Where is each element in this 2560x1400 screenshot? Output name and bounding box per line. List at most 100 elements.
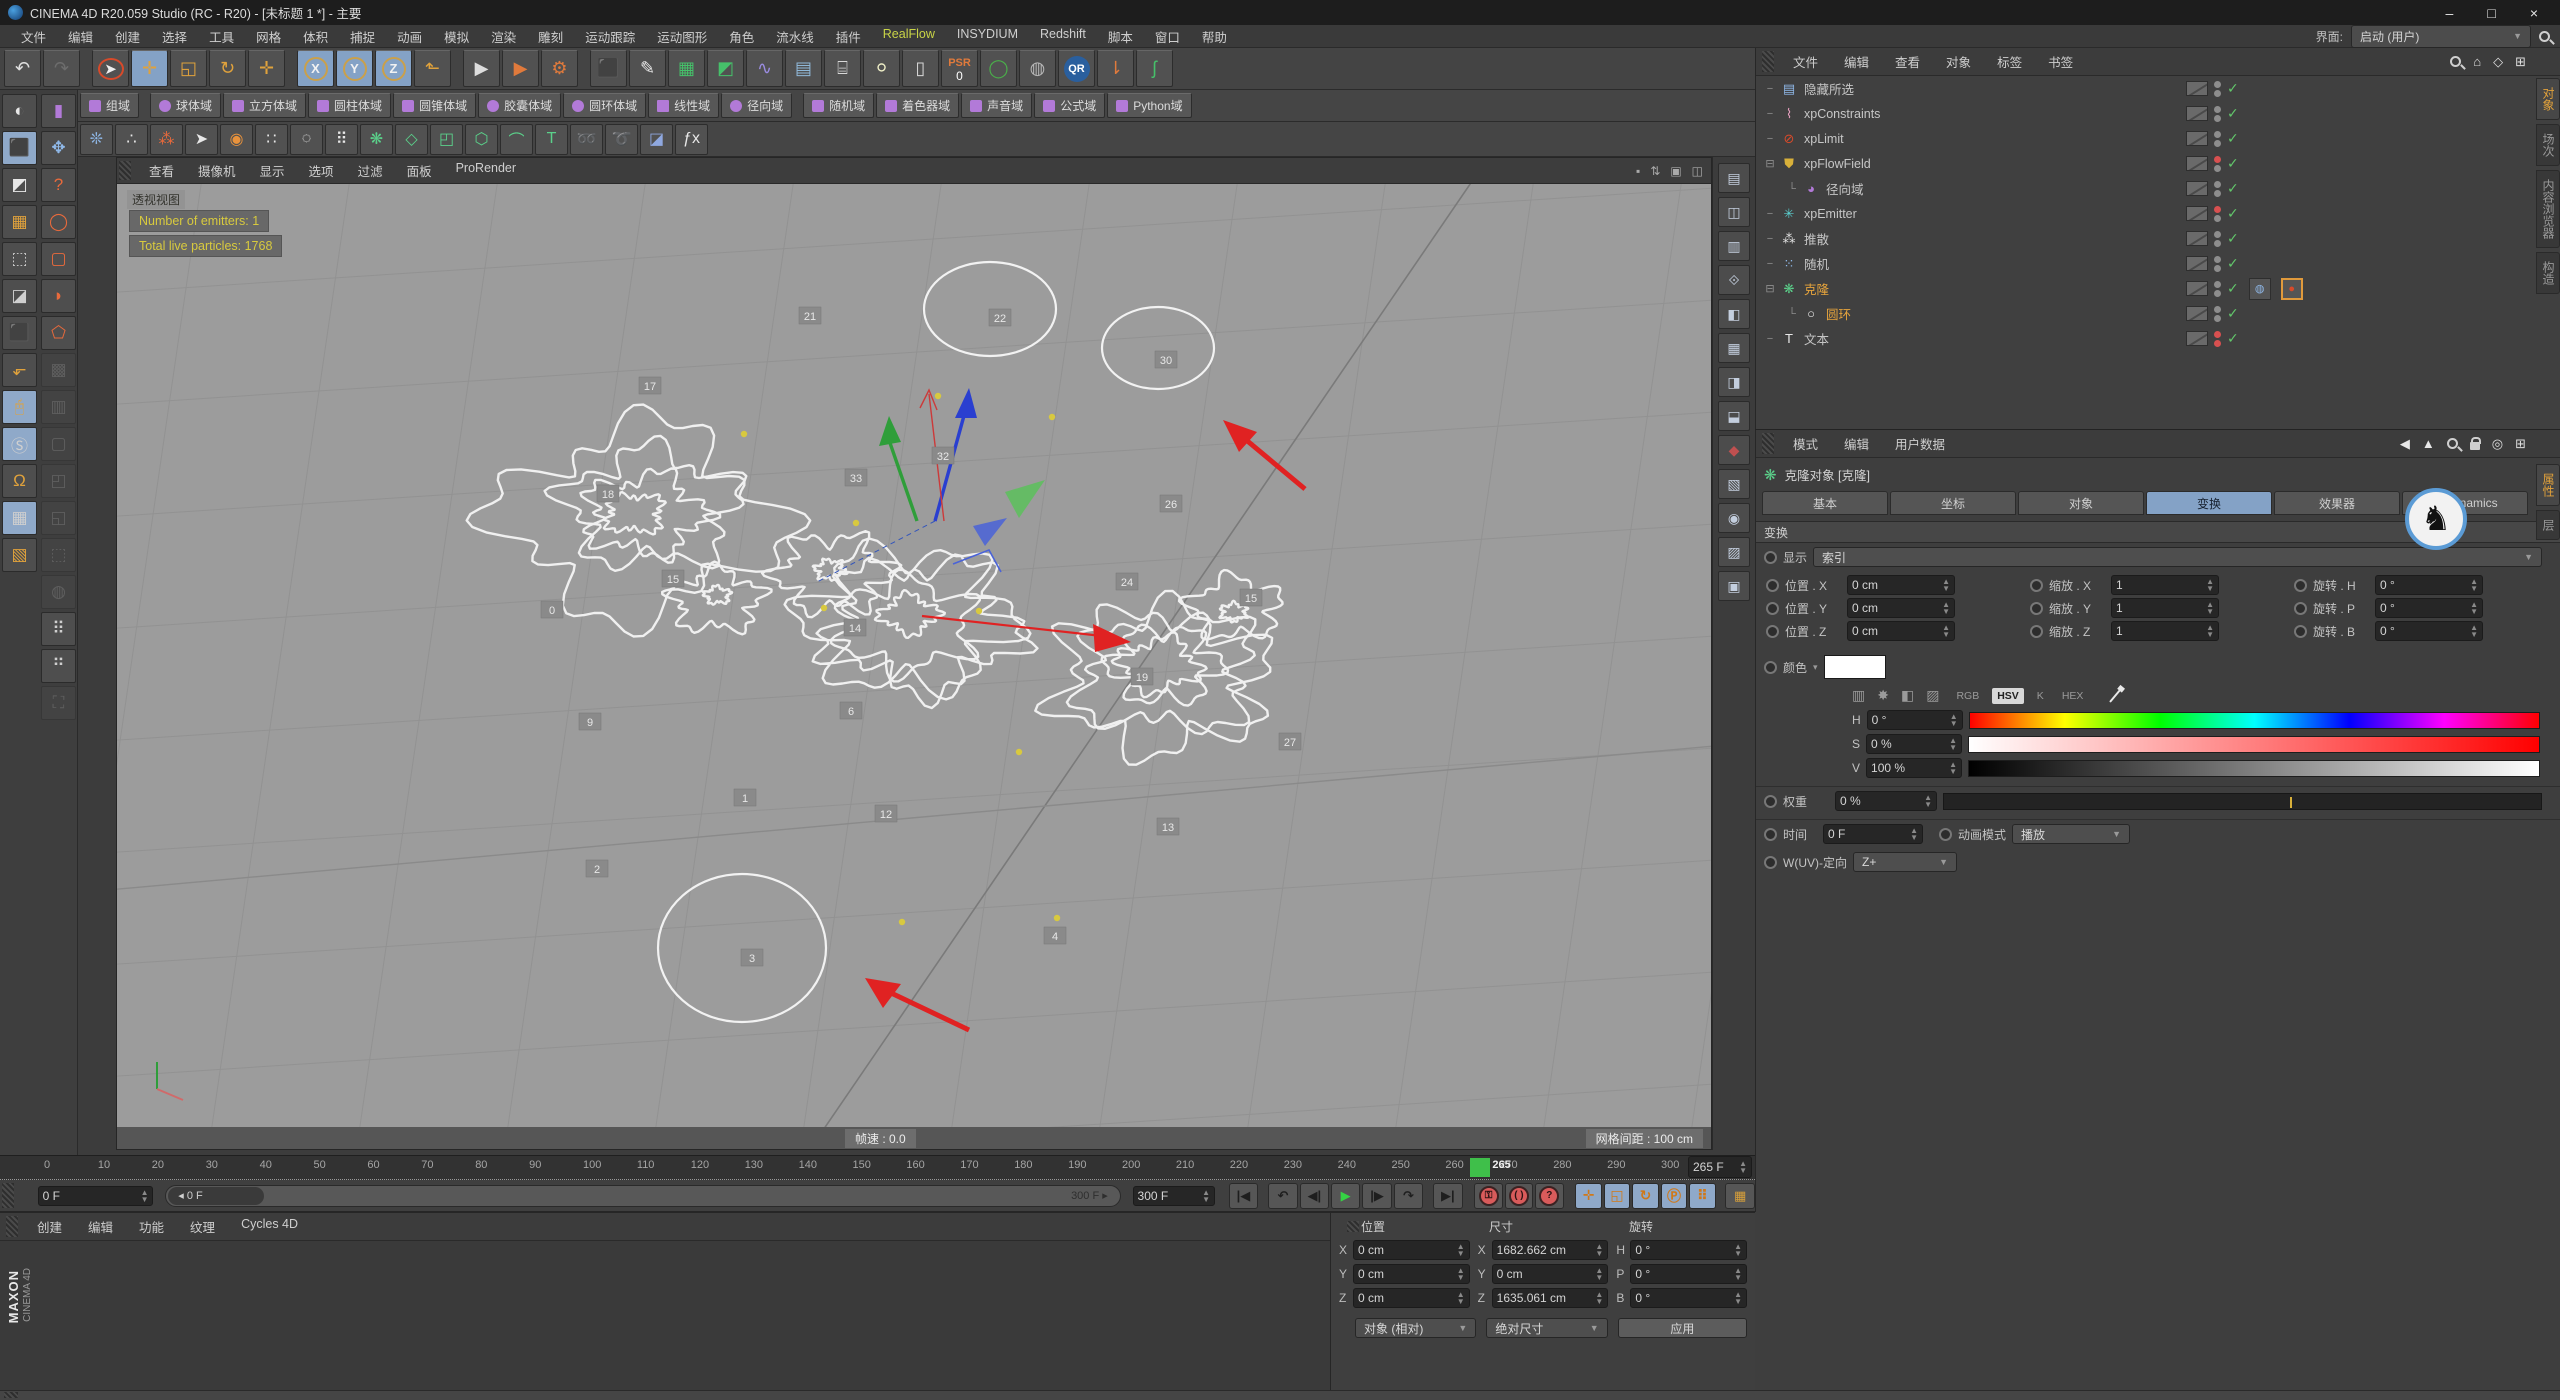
visibility-toggle[interactable]	[2186, 231, 2208, 246]
edges-mode-icon[interactable]: ◪	[2, 279, 37, 313]
right-tab-内容浏览器[interactable]: 内容浏览器	[2536, 170, 2560, 248]
coord-system-icon[interactable]: ⬑	[414, 50, 451, 87]
spinner[interactable]: ▲ ▼	[1595, 1267, 1603, 1282]
viewport-menu-2[interactable]: 显示	[248, 161, 297, 180]
object-toggles[interactable]: ✓	[2186, 105, 2239, 122]
subdivision-surface-icon[interactable]: ▦	[668, 50, 705, 87]
param-radio[interactable]	[1764, 660, 1777, 674]
object-row-推散[interactable]: − ⁂ 推散 ✓	[1756, 226, 2526, 251]
help-cursor-icon[interactable]: ?	[41, 168, 76, 202]
am-back-icon[interactable]: ◀	[2400, 436, 2410, 452]
color-swatch[interactable]	[1823, 655, 1886, 679]
param-radio[interactable]	[2030, 601, 2043, 615]
menu-item-14[interactable]: 角色	[718, 27, 765, 46]
enabled-check[interactable]: ✓	[2227, 305, 2239, 322]
pen-spline-icon[interactable]: ✎	[629, 50, 666, 87]
mode-image-icon[interactable]: ▨	[1926, 687, 1939, 704]
menu-item-5[interactable]: 网格	[245, 27, 292, 46]
color-mode-K[interactable]: K	[2032, 688, 2049, 704]
uv-mode-icon[interactable]: ▦	[2, 205, 37, 239]
field-button-公式域[interactable]: 公式域	[1034, 93, 1106, 118]
wuv-select[interactable]: Z+ ▼	[1853, 852, 1957, 872]
object-toggles[interactable]: ✓	[2186, 205, 2239, 222]
autokey-button[interactable]: ( )	[1504, 1182, 1534, 1209]
menu-item-15[interactable]: 流水线	[765, 27, 825, 46]
side-strip-icon-4[interactable]: ◧	[1718, 299, 1750, 329]
environment-icon[interactable]: ◯	[980, 50, 1017, 87]
menu-item-18[interactable]: INSYDIUM	[946, 27, 1029, 46]
polygons-mode-icon[interactable]: ⬛	[2, 316, 37, 350]
playhead[interactable]	[1470, 1158, 1491, 1177]
display-select[interactable]: 索引 ▼	[1813, 547, 2542, 567]
next-frame-button[interactable]: |▶	[1362, 1182, 1392, 1209]
menu-item-3[interactable]: 选择	[151, 27, 198, 46]
axis-lock-y-icon[interactable]: Y	[336, 50, 373, 87]
text-tool-icon[interactable]: T	[535, 123, 568, 155]
om-menu-5[interactable]: 书签	[2035, 52, 2086, 71]
d6-icon[interactable]: ⬚	[41, 538, 76, 572]
xp-scatter-icon[interactable]: ⁂	[150, 123, 183, 155]
render-dot[interactable]	[2214, 214, 2221, 222]
menu-item-6[interactable]: 体积	[292, 27, 339, 46]
enabled-check[interactable]: ✓	[2227, 130, 2239, 147]
am-search-icon[interactable]	[2446, 438, 2458, 449]
menu-item-8[interactable]: 动画	[386, 27, 433, 46]
visibility-toggle[interactable]	[2186, 306, 2208, 321]
object-toggles[interactable]: ✓	[2186, 155, 2239, 172]
live-select-icon[interactable]: ◯	[41, 205, 76, 239]
field-button-圆锥体域[interactable]: 圆锥体域	[393, 93, 477, 118]
camera-icon[interactable]: ⌸	[824, 50, 861, 87]
visibility-toggle[interactable]	[2186, 131, 2208, 146]
coord-field[interactable]: 1 ▲ ▼	[2111, 621, 2219, 641]
spinner[interactable]: ▲ ▼	[1949, 737, 1957, 752]
coord-field[interactable]: 0 ° ▲ ▼	[2375, 575, 2483, 595]
spinner[interactable]: ▲ ▼	[1734, 1243, 1742, 1258]
gravity-icon[interactable]: ⇂	[1097, 50, 1134, 87]
render-dot[interactable]	[2214, 289, 2221, 297]
render-dot[interactable]	[2214, 189, 2221, 197]
object-row-xpConstraints[interactable]: − ⌇ xpConstraints ✓	[1756, 101, 2526, 126]
am-menu-0[interactable]: 模式	[1780, 434, 1831, 453]
state-dots[interactable]	[2214, 180, 2221, 197]
viewport-camera-label[interactable]: 透视视图	[127, 190, 186, 209]
field-button-着色器域[interactable]: 着色器域	[876, 93, 960, 118]
d3-icon[interactable]: ▢	[41, 427, 76, 461]
render-dot[interactable]	[2214, 239, 2221, 247]
scene-file-icon[interactable]: ▯	[902, 50, 939, 87]
spinner[interactable]: ▲ ▼	[2206, 601, 2214, 616]
xp-system-icon[interactable]: ❊	[80, 123, 113, 155]
last-tool-icon[interactable]: ✛	[248, 50, 285, 87]
attribute-tab-对象[interactable]: 对象	[2018, 491, 2144, 515]
search-icon[interactable]	[2539, 30, 2550, 42]
enabled-check[interactable]: ✓	[2227, 230, 2239, 247]
visibility-toggle[interactable]	[2186, 281, 2208, 296]
am-new-icon[interactable]: ⊞	[2515, 436, 2526, 452]
spinner[interactable]: ▲ ▼	[1942, 624, 1950, 639]
viewport-menu-5[interactable]: 面板	[395, 161, 444, 180]
render-dot[interactable]	[2214, 89, 2221, 97]
side-strip-icon-3[interactable]: ⟐	[1718, 265, 1750, 295]
cloner-star-icon[interactable]: ❋	[360, 123, 393, 155]
transport-grip[interactable]	[2, 1183, 14, 1208]
param-radio[interactable]	[1764, 550, 1777, 564]
tree-widget[interactable]: ⊟	[1760, 282, 1780, 295]
enabled-check[interactable]: ✓	[2227, 280, 2239, 297]
object-row-隐藏所选[interactable]: − ▤ 隐藏所选 ✓	[1756, 76, 2526, 101]
side-strip-icon-1[interactable]: ◫	[1718, 197, 1750, 227]
visibility-toggle[interactable]	[2186, 331, 2208, 346]
eyedropper-icon[interactable]	[2109, 688, 2122, 703]
coord-field[interactable]: 1 ▲ ▼	[2111, 598, 2219, 618]
state-dots[interactable]	[2214, 205, 2221, 222]
field-button-圆柱体域[interactable]: 圆柱体域	[308, 93, 392, 118]
close-button[interactable]: ×	[2530, 5, 2538, 21]
color-mode-RGB[interactable]: RGB	[1951, 688, 1984, 704]
menu-item-20[interactable]: 脚本	[1097, 27, 1144, 46]
param-radio[interactable]	[2294, 624, 2307, 638]
object-toggles[interactable]: ✓	[2186, 230, 2239, 247]
panel-grip[interactable]	[1762, 433, 1774, 454]
coord-field[interactable]: 0 ° ▲ ▼	[2375, 621, 2483, 641]
grid-rotate-icon[interactable]: ▧	[2, 538, 37, 572]
apply-button[interactable]: 应用	[1617, 1318, 1747, 1338]
nav-cross-icon[interactable]: ✥	[41, 131, 76, 165]
menu-item-22[interactable]: 帮助	[1191, 27, 1238, 46]
